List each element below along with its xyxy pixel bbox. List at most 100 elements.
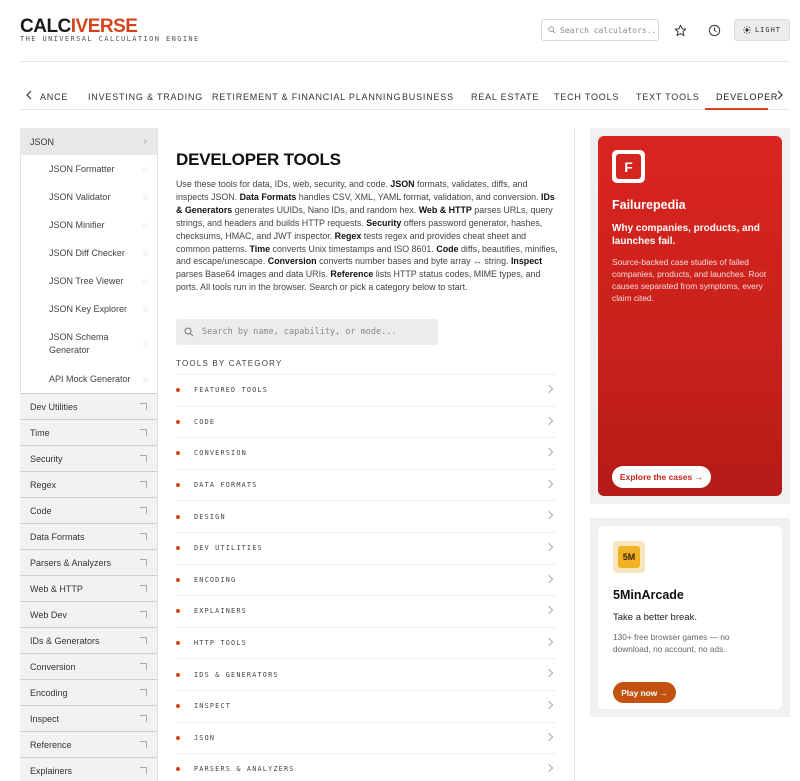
category-row[interactable]: EXPLAINERS: [176, 595, 556, 627]
history-button[interactable]: [702, 19, 726, 41]
tab-text-tools[interactable]: TEXT TOOLS: [636, 92, 700, 102]
category-row[interactable]: PARSERS & ANALYZERS: [176, 753, 556, 781]
category-row[interactable]: CONVERSION: [176, 437, 556, 469]
favorites-button[interactable]: [668, 19, 692, 41]
tab-tech-tools[interactable]: TECH TOOLS: [554, 92, 619, 102]
description-text: handles CSV, XML, YAML format, validatio…: [296, 191, 542, 202]
main-content: DEVELOPER TOOLS Use these tools for data…: [158, 128, 575, 781]
sidebar-group-data-formats[interactable]: Data Formats: [20, 524, 157, 550]
calculator-search-box[interactable]: [541, 19, 659, 41]
5minarcade-logo: 5M: [613, 541, 645, 573]
tool-search-box[interactable]: [176, 319, 438, 345]
tool-sidebar: JSON › JSON Formatter ☆ JSON Validator ☆ J…: [20, 128, 158, 781]
tab-retirement-financial-planning[interactable]: RETIREMENT & FINANCIAL PLANNING: [212, 92, 401, 102]
expand-icon: [140, 715, 147, 722]
sidebar-group-web-http[interactable]: Web & HTTP: [20, 576, 157, 602]
star-icon[interactable]: ☆: [142, 165, 149, 174]
sidebar-group-conversion[interactable]: Conversion: [20, 654, 157, 680]
category-row[interactable]: INSPECT: [176, 689, 556, 722]
explore-cases-button[interactable]: Explore the cases →: [612, 466, 711, 488]
chevron-right-icon: [544, 763, 554, 773]
play-now-button[interactable]: Play now →: [613, 682, 676, 703]
theme-toggle-label: LIGHT: [754, 26, 782, 34]
chevron-right-icon: [544, 732, 554, 741]
sidebar-item-json-tree-viewer[interactable]: JSON Tree Viewer ☆: [21, 267, 157, 295]
chevron-right-icon: [544, 700, 554, 710]
sidebar-group-code[interactable]: Code: [20, 498, 157, 524]
sidebar-group-ids-generators[interactable]: IDs & Generators: [20, 628, 157, 654]
sidebar-item-json-formatter[interactable]: JSON Formatter ☆: [21, 155, 157, 183]
category-row[interactable]: ENCODING: [176, 563, 556, 596]
tab-developer[interactable]: DEVELOPER: [716, 92, 778, 102]
sidebar-group-parsers-analyzers[interactable]: Parsers & Analyzers: [20, 550, 157, 576]
sidebar-group-explainers[interactable]: Explainers: [20, 758, 157, 781]
clock-icon: [708, 24, 720, 36]
sidebar-item-json-minifier[interactable]: JSON Minifier ☆: [21, 211, 157, 239]
sidebar-group-reference[interactable]: Reference: [20, 732, 157, 758]
5minarcade-title: 5MinArcade: [613, 588, 684, 602]
5minarcade-card[interactable]: 5M 5MinArcade Take a better break. 130+ …: [598, 526, 782, 709]
sidebar-group-dev-utilities[interactable]: Dev Utilities: [20, 394, 157, 420]
tab-investing-trading[interactable]: INVESTING & TRADING: [88, 92, 203, 102]
sidebar-group-web-dev[interactable]: Web Dev: [20, 602, 157, 628]
category-row[interactable]: DATA FORMATS: [176, 468, 556, 501]
sidebar-json-submenu: JSON Formatter ☆ JSON Validator ☆ JSON Min…: [20, 155, 157, 393]
category-name: FEATURED TOOLS: [194, 386, 269, 395]
star-icon[interactable]: ☆: [142, 277, 149, 286]
category-tabs: ANCE INVESTING & TRADING RETIREMENT & FI…: [20, 84, 790, 110]
tabs-scroll-left-button[interactable]: [22, 88, 36, 102]
tab-finance[interactable]: ANCE: [40, 92, 68, 102]
theme-toggle-button[interactable]: LIGHT: [734, 19, 790, 41]
chevron-right-icon: [544, 637, 554, 646]
tabs-scroll-right-button[interactable]: [773, 88, 787, 102]
sidebar-item-json-validator[interactable]: JSON Validator ☆: [21, 183, 157, 211]
sidebar-group-encoding[interactable]: Encoding: [20, 680, 157, 706]
category-name: CODE: [194, 417, 216, 426]
sidebar-item-json-schema-generator[interactable]: JSON Schema Generator ☆: [21, 323, 157, 365]
sidebar-group-security[interactable]: Security: [20, 446, 157, 472]
tab-business[interactable]: BUSINESS: [402, 92, 454, 102]
category-row[interactable]: IDS & GENERATORS: [176, 658, 556, 690]
tool-search-input[interactable]: [202, 327, 432, 337]
sidebar-item-json-diff-checker[interactable]: JSON Diff Checker ☆: [21, 239, 157, 267]
star-icon[interactable]: ☆: [142, 221, 149, 230]
category-row[interactable]: HTTP TOOLS: [176, 626, 556, 659]
expand-icon: [140, 533, 147, 540]
5minarcade-body: 130+ free browser games — no download, n…: [613, 632, 730, 654]
category-row[interactable]: DEV UTILITIES: [176, 531, 556, 564]
star-icon[interactable]: ☆: [142, 249, 149, 258]
failurepedia-card[interactable]: F Failurepedia Why companies, products, …: [598, 136, 782, 496]
tab-real-estate[interactable]: REAL ESTATE: [471, 92, 539, 102]
sidebar-group-inspect[interactable]: Inspect: [20, 706, 157, 732]
sidebar-item-api-mock-generator[interactable]: API Mock Generator ☆: [21, 365, 157, 393]
site-header: CALCIVERSE THE UNIVERSAL CALCULATION ENG…: [20, 16, 790, 46]
failurepedia-ad: F Failurepedia Why companies, products, …: [590, 128, 790, 504]
calculator-search-input[interactable]: [560, 25, 658, 35]
sidebar-item-json-key-explorer[interactable]: JSON Key Explorer ☆: [21, 295, 157, 323]
category-row[interactable]: JSON: [176, 721, 556, 754]
category-row[interactable]: CODE: [176, 405, 556, 438]
star-icon[interactable]: ☆: [142, 375, 149, 384]
sidebar-group-regex[interactable]: Regex: [20, 472, 157, 498]
bullet-dot-icon: [176, 577, 180, 582]
star-icon[interactable]: ☆: [142, 193, 149, 202]
description-keyword: Conversion: [267, 256, 317, 267]
category-row[interactable]: DESIGN: [176, 500, 556, 532]
failurepedia-title: Failurepedia: [612, 198, 686, 212]
category-name: PARSERS & ANALYZERS: [194, 765, 295, 774]
category-name: CONVERSION: [194, 449, 247, 458]
bullet-dot-icon: [176, 483, 180, 488]
sidebar-group-json[interactable]: JSON ›: [20, 128, 157, 155]
bullet-dot-icon: [176, 546, 180, 551]
sidebar-group-time[interactable]: Time: [20, 420, 157, 446]
star-icon[interactable]: ☆: [142, 340, 149, 349]
sun-icon: [742, 26, 751, 34]
chevron-right-icon: [544, 669, 554, 678]
star-icon[interactable]: ☆: [142, 305, 149, 314]
expand-icon: [140, 637, 147, 644]
category-row[interactable]: FEATURED TOOLS: [176, 374, 556, 406]
description-text: converts number bases and byte array ↔ s…: [316, 256, 511, 267]
chevron-right-icon: ›: [143, 136, 147, 147]
bullet-dot-icon: [176, 672, 180, 677]
search-icon: [548, 26, 556, 34]
